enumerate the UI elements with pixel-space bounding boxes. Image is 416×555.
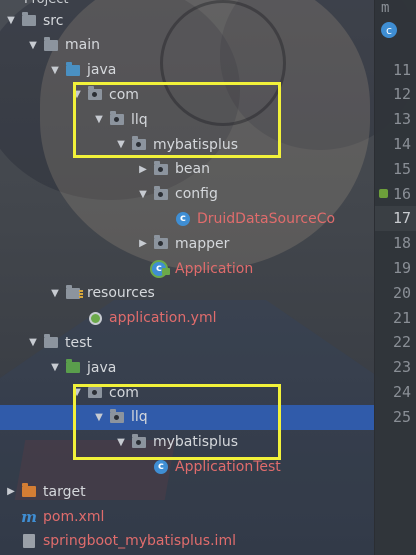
tree-node-main[interactable]: ▼ main (0, 33, 374, 58)
folder-icon (42, 36, 60, 53)
collapsed-arrow-icon[interactable]: ▶ (136, 238, 150, 249)
tree-node-java[interactable]: ▼ java (0, 58, 374, 83)
tree-node-label: bean (175, 161, 210, 178)
tree-node-label: pom.xml (43, 508, 105, 525)
tree-node-label: springboot_mybatisplus.iml (43, 533, 236, 550)
change-marker-icon (379, 189, 388, 198)
line-number-text: 22 (392, 333, 411, 352)
line-number[interactable]: 25 (375, 404, 416, 429)
folder-icon (20, 12, 38, 29)
class-icon: c (152, 459, 170, 475)
line-number-text: 24 (392, 382, 411, 401)
expanded-arrow-icon[interactable]: ▼ (136, 189, 150, 200)
line-number[interactable]: 23 (375, 355, 416, 380)
source-folder-icon (64, 61, 82, 78)
line-number[interactable]: 20 (375, 280, 416, 305)
spring-config-icon (86, 310, 104, 326)
tree-node-application[interactable]: c Application (0, 256, 374, 281)
editor-tab-letter[interactable]: m (381, 0, 389, 16)
line-number[interactable]: 21 (375, 305, 416, 330)
tree-node-druiddatasourceco[interactable]: c DruidDataSourceCo (0, 206, 374, 231)
tree-node-pom-xml[interactable]: m pom.xml (0, 504, 374, 529)
spring-boot-class-icon: c (152, 261, 170, 277)
module-file-icon (20, 533, 38, 549)
line-number-text: 14 (392, 134, 411, 153)
tree-node-java[interactable]: ▼ java (0, 355, 374, 380)
expanded-arrow-icon[interactable]: ▼ (48, 362, 62, 373)
line-number[interactable]: 19 (375, 255, 416, 280)
tree-node-label: src (43, 12, 64, 29)
class-tab-icon[interactable]: c (381, 22, 397, 38)
tree-node-label: main (65, 37, 100, 54)
line-number-text: 12 (392, 85, 411, 104)
tree-node-label: target (43, 483, 86, 500)
tree-node-label: config (175, 186, 218, 203)
tree-node-label: application.yml (109, 310, 217, 327)
main-package-highlight (73, 82, 281, 158)
collapsed-arrow-icon[interactable]: ▶ (4, 486, 18, 497)
collapsed-arrow-icon[interactable]: ▶ (136, 164, 150, 175)
expanded-arrow-icon[interactable]: ▼ (48, 288, 62, 299)
line-number[interactable]: 12 (375, 82, 416, 107)
tree-node-label: resources (87, 285, 155, 302)
tree-node-application-yml[interactable]: application.yml (0, 306, 374, 331)
line-number[interactable]: 15 (375, 156, 416, 181)
resources-folder-icon (64, 284, 83, 301)
tree-node-label: DruidDataSourceCo (197, 210, 336, 227)
line-number[interactable]: 16 (375, 181, 416, 206)
tree-node-label: Application (175, 260, 254, 277)
expanded-arrow-icon[interactable]: ▼ (48, 65, 62, 76)
excluded-folder-icon (20, 483, 38, 500)
tree-node-bean[interactable]: ▶ bean (0, 157, 374, 182)
tree-node-label: mapper (175, 235, 230, 252)
line-number-text: 17 (392, 209, 411, 228)
line-number-text: 18 (392, 234, 411, 253)
tree-node-label: test (65, 334, 92, 351)
package-icon (152, 160, 170, 177)
tree-node-resources[interactable]: ▼ resources (0, 281, 374, 306)
folder-icon (42, 334, 60, 351)
expanded-arrow-icon[interactable]: ▼ (26, 40, 40, 51)
tree-node-src[interactable]: ▼ src (0, 8, 374, 33)
tree-node-label: ApplicationTest (175, 458, 281, 475)
line-number[interactable]: 17 (375, 205, 416, 231)
tree-node-config[interactable]: ▼ config (0, 182, 374, 207)
test-package-highlight (73, 384, 281, 460)
line-number-text: 20 (392, 283, 411, 302)
line-number[interactable]: 24 (375, 379, 416, 404)
line-number-text: 15 (392, 159, 411, 178)
test-folder-icon (64, 359, 82, 376)
line-number[interactable]: 18 (375, 231, 416, 256)
line-number-text: 13 (392, 110, 411, 129)
expanded-arrow-icon[interactable]: ▼ (26, 337, 40, 348)
maven-icon: m (21, 507, 37, 526)
line-number-text: 23 (392, 358, 411, 377)
line-number-text: 16 (392, 184, 411, 203)
line-number[interactable]: 11 (375, 57, 416, 82)
line-number-text: 19 (392, 258, 411, 277)
line-number-text: 25 (392, 407, 411, 426)
tree-node-mapper[interactable]: ▶ mapper (0, 231, 374, 256)
line-number[interactable]: 13 (375, 107, 416, 132)
tree-node-label: java (87, 62, 117, 79)
package-icon (152, 235, 170, 252)
line-number-text: 21 (392, 308, 411, 327)
tree-node-springboot-mybatisplus-iml[interactable]: springboot_mybatisplus.iml (0, 529, 374, 554)
tree-node-target[interactable]: ▶ target (0, 479, 374, 504)
tree-node-label: java (87, 359, 117, 376)
class-icon: c (174, 211, 192, 227)
package-icon (152, 185, 170, 202)
line-number-text: 11 (392, 60, 411, 79)
line-number[interactable]: 14 (375, 131, 416, 156)
expanded-arrow-icon[interactable]: ▼ (4, 15, 18, 26)
line-number[interactable]: 22 (375, 330, 416, 355)
tree-node-test[interactable]: ▼ test (0, 330, 374, 355)
editor-gutter: m c 11 12 13 14 15 16 17 18 19 20 21 22 23 24 25 (374, 0, 416, 555)
